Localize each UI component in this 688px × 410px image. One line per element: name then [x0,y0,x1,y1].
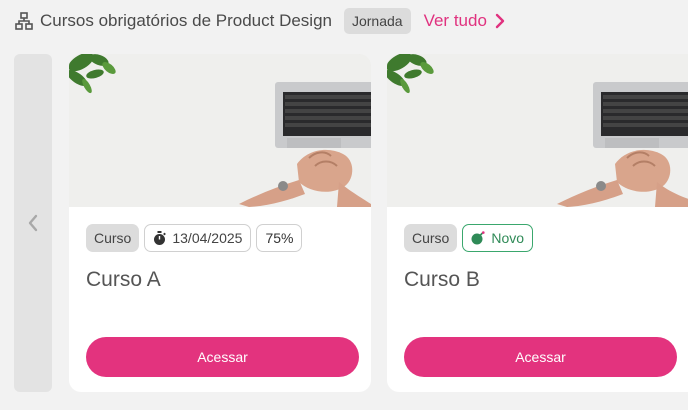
bomb-icon [471,231,485,245]
progress-tag: 75% [256,224,303,252]
course-title: Curso A [86,268,161,291]
chevron-right-icon [495,13,505,29]
section-title: Cursos obrigatórios de Product Design [40,11,332,30]
see-all-label: Ver tudo [423,11,487,30]
journey-badge: Jornada [343,8,411,34]
stopwatch-icon [154,230,167,245]
sitemap-icon [15,12,33,30]
chevron-left-icon [28,214,38,232]
due-date-value: 13/04/2025 [172,230,243,246]
course-type-tag: Curso [86,224,140,252]
see-all-link[interactable]: Ver tudo [424,11,505,31]
course-title: Curso B [404,268,480,291]
new-label: Novo [491,230,525,246]
course-card[interactable]: Curso Novo Curso B Acessar [387,54,688,392]
carousel-prev-button[interactable] [14,54,52,392]
course-thumbnail [387,54,688,207]
access-button[interactable]: Acessar [404,337,677,377]
due-date-tag: 13/04/2025 [144,224,252,252]
section-header: Cursos obrigatórios de Product Design Jo… [15,6,505,36]
course-tags: Curso Novo [404,224,534,252]
course-card[interactable]: Curso 13/04/2025 75% Curso A Acessar [69,54,371,392]
course-thumbnail [69,54,371,207]
course-tags: Curso 13/04/2025 75% [86,224,303,252]
access-button[interactable]: Acessar [86,337,359,377]
new-tag: Novo [462,224,534,252]
course-type-tag: Curso [404,224,458,252]
